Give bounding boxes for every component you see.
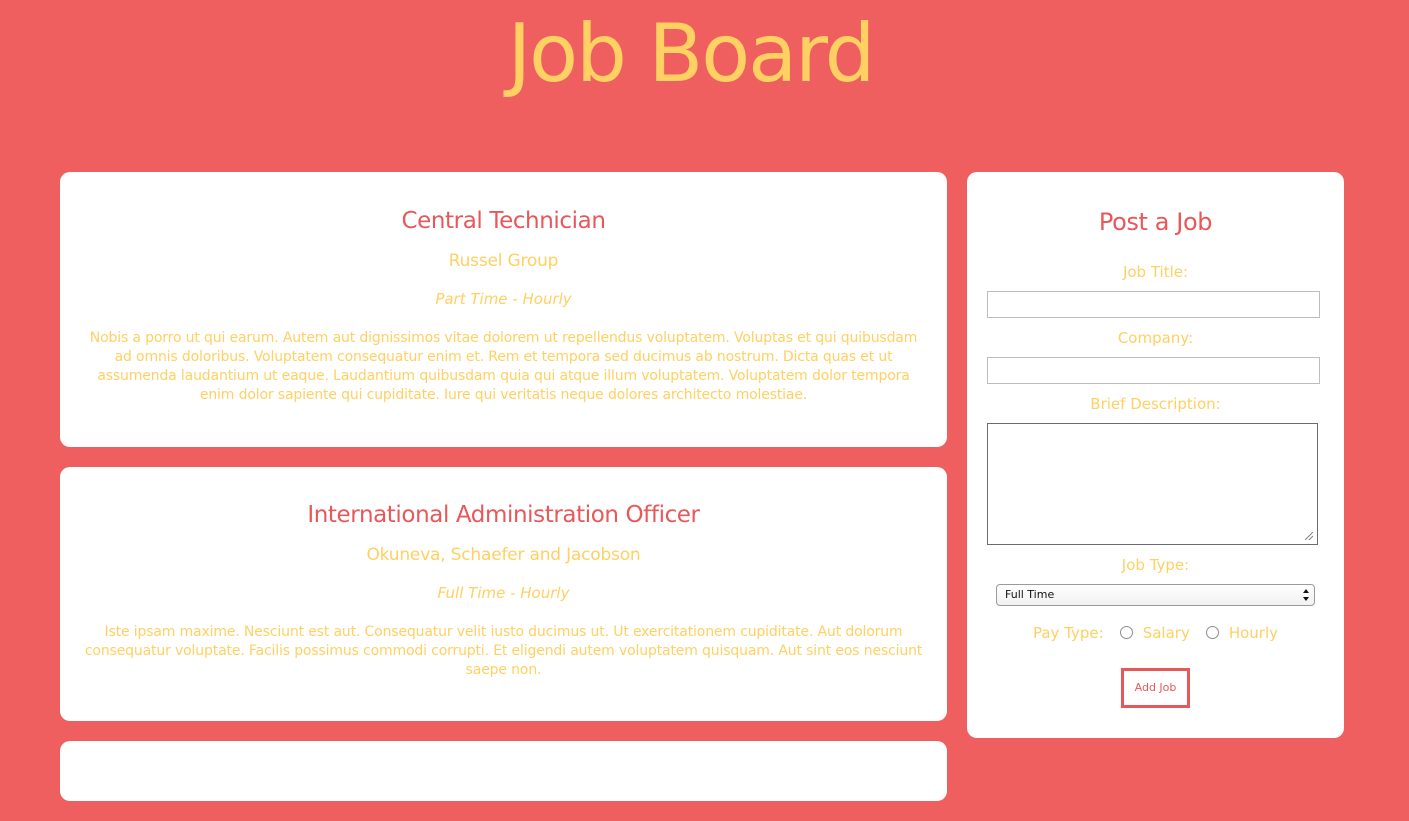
job-type-selected-value: Full Time [1005, 588, 1055, 601]
hourly-radio-label[interactable]: Hourly [1229, 623, 1278, 643]
job-type-select[interactable]: Full Time [996, 584, 1315, 606]
job-type-label: Job Type: [1121, 556, 1190, 574]
pay-type-group: Pay Type: Salary Hourly [967, 622, 1344, 644]
job-title-label: Job Title: [1122, 263, 1189, 281]
salary-radio-label[interactable]: Salary [1143, 623, 1190, 643]
job-card: Central Technician Russel Group Part Tim… [60, 172, 947, 447]
job-title-input[interactable] [987, 291, 1320, 318]
add-job-button[interactable]: Add Job [1121, 668, 1190, 708]
job-type: Full Time - Hourly [437, 584, 570, 602]
job-list: Central Technician Russel Group Part Tim… [60, 172, 947, 821]
company-input[interactable] [987, 357, 1320, 384]
description-label: Brief Description: [1090, 395, 1221, 413]
hourly-radio[interactable] [1205, 626, 1219, 639]
job-description: Iste ipsam maxime. Nesciunt est aut. Con… [84, 624, 923, 678]
job-card: International Administration Officer Oku… [60, 467, 947, 721]
salary-radio[interactable] [1119, 626, 1133, 639]
description-textarea[interactable] [987, 423, 1318, 545]
job-description: Nobis a porro ut qui earum. Autem aut di… [89, 330, 918, 403]
post-job-panel: Post a Job Job Title: Company: Brief Des… [967, 172, 1344, 738]
pay-type-label: Pay Type: [1032, 623, 1104, 642]
job-type: Part Time - Hourly [435, 290, 572, 308]
company-label: Company: [1117, 329, 1194, 347]
select-arrows-icon [1303, 589, 1309, 601]
job-title: International Administration Officer [307, 502, 700, 528]
post-job-title: Post a Job [1098, 208, 1213, 236]
job-company: Okuneva, Schaefer and Jacobson [366, 545, 641, 565]
job-card [60, 741, 947, 801]
resize-handle-icon[interactable] [1305, 532, 1313, 540]
job-title: Central Technician [401, 208, 606, 234]
page-title: Job Board [507, 7, 876, 100]
job-company: Russel Group [448, 251, 559, 271]
